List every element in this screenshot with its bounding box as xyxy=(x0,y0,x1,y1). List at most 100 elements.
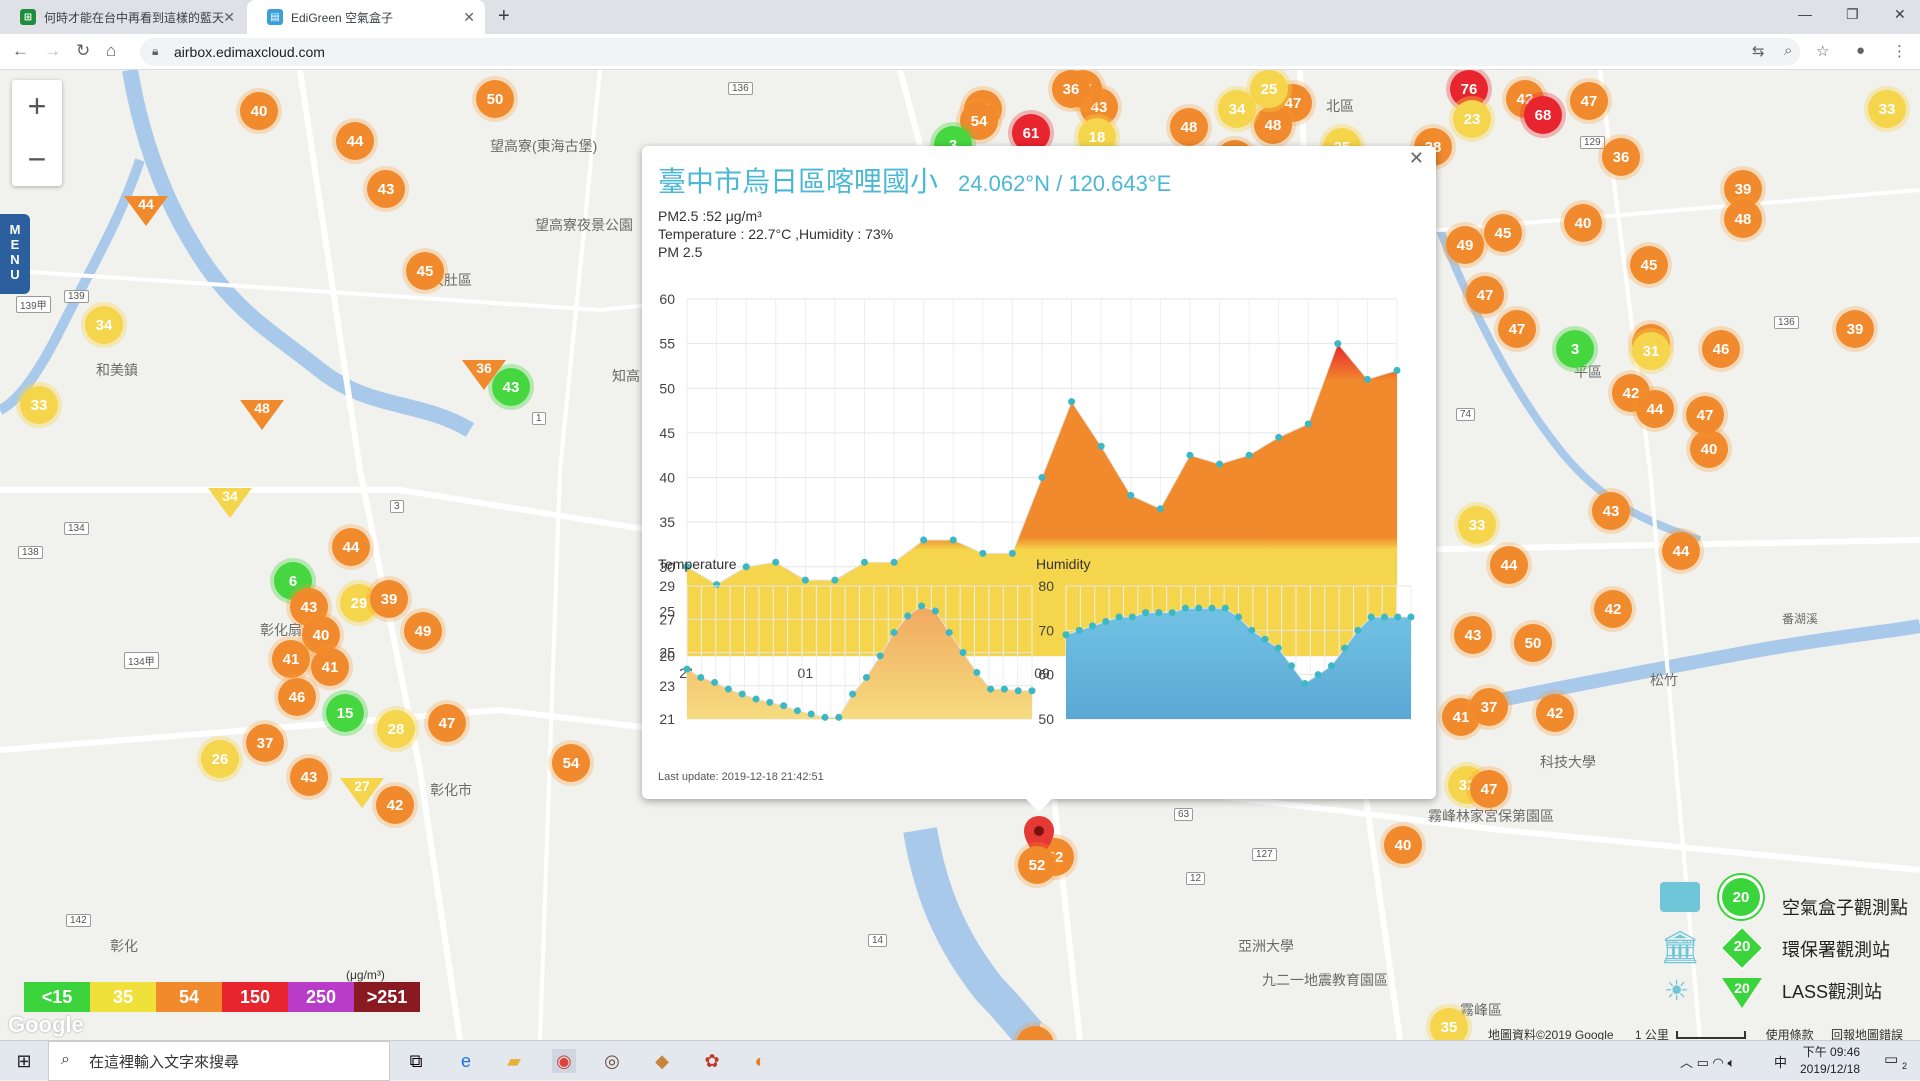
station-marker[interactable]: 44 xyxy=(1662,532,1700,570)
windows-start-icon[interactable]: ⊞ xyxy=(12,1049,36,1073)
station-marker[interactable]: 43 xyxy=(290,758,328,796)
translate-icon[interactable]: ⇆ xyxy=(1752,42,1765,60)
station-marker[interactable]: 47 xyxy=(1570,82,1608,120)
station-marker[interactable]: 41 xyxy=(272,640,310,678)
taskbar-app-icon[interactable]: ◎ xyxy=(600,1049,624,1073)
new-tab-button[interactable]: + xyxy=(498,5,510,28)
address-bar[interactable]: 🔒︎ airbox.edimaxcloud.com xyxy=(140,38,1800,66)
lass-station-marker[interactable]: 48 xyxy=(240,400,284,430)
station-marker[interactable]: 36 xyxy=(1602,138,1640,176)
station-marker[interactable]: 48 xyxy=(1170,108,1208,146)
air-quality-map[interactable]: 望高寮(東海古堡) 望高寮夜景公園 大肚區 和美鎮 知高 彰化市 彰化扇形車 霧… xyxy=(0,70,1920,1040)
station-marker[interactable]: 46 xyxy=(278,678,316,716)
window-close-icon[interactable]: ✕ xyxy=(1894,6,1906,23)
station-marker[interactable]: 40 xyxy=(240,92,278,130)
zoom-icon[interactable]: ⌕ xyxy=(1784,42,1792,59)
station-marker[interactable]: 47 xyxy=(428,704,466,742)
station-marker[interactable]: 47 xyxy=(1686,396,1724,434)
lass-station-marker[interactable]: 36 xyxy=(462,360,506,390)
taskbar-app-icon[interactable]: ◆ xyxy=(650,1049,674,1073)
close-tab-icon[interactable]: ✕ xyxy=(223,9,235,26)
station-marker[interactable]: 39 xyxy=(1836,310,1874,348)
lass-station-marker[interactable]: 44 xyxy=(124,196,168,226)
station-marker[interactable]: 28 xyxy=(377,710,415,748)
station-marker[interactable]: 45 xyxy=(1484,214,1522,252)
ime-indicator[interactable]: 中 xyxy=(1774,1052,1787,1071)
station-marker[interactable]: 45 xyxy=(1630,246,1668,284)
station-marker[interactable]: 47 xyxy=(1466,276,1504,314)
chrome-icon[interactable]: ◉ xyxy=(552,1049,576,1073)
station-marker[interactable]: 34 xyxy=(85,306,123,344)
restore-icon[interactable]: ❐ xyxy=(1846,6,1859,23)
station-marker[interactable]: 47 xyxy=(1470,770,1508,808)
reload-icon[interactable]: ↻ xyxy=(76,41,90,61)
back-icon[interactable]: ← xyxy=(12,41,29,61)
station-marker[interactable]: 37 xyxy=(246,724,284,762)
station-marker[interactable]: 40 xyxy=(1384,826,1422,864)
station-marker[interactable]: 45 xyxy=(406,252,444,290)
station-marker[interactable]: 44 xyxy=(1636,390,1674,428)
task-view-icon[interactable]: ⧉ xyxy=(404,1049,428,1073)
station-marker[interactable]: 48 xyxy=(1254,106,1292,144)
station-marker[interactable]: 43 xyxy=(1454,616,1492,654)
station-marker[interactable]: 39 xyxy=(370,580,408,618)
profile-icon[interactable]: ● xyxy=(1856,42,1865,59)
station-marker[interactable]: 3 xyxy=(1556,330,1594,368)
station-marker[interactable]: 25 xyxy=(1250,70,1288,108)
station-marker[interactable]: 36 xyxy=(1052,70,1090,108)
bookmark-star-icon[interactable]: ☆ xyxy=(1816,42,1829,60)
station-marker[interactable]: 43 xyxy=(367,170,405,208)
report-error-link[interactable]: 回報地圖錯誤 xyxy=(1831,1028,1903,1040)
station-marker[interactable]: 42 xyxy=(1594,590,1632,628)
tab-edigreen[interactable]: ▤ EdiGreen 空氣盒子 ✕ xyxy=(247,0,485,34)
station-marker[interactable]: 40 xyxy=(1690,430,1728,468)
station-marker[interactable]: 40 xyxy=(1564,204,1602,242)
lass-station-marker[interactable]: 34 xyxy=(208,488,252,518)
tray-icons[interactable]: ︿ ▭ ◠ 🔈︎ xyxy=(1680,1052,1735,1071)
station-marker[interactable]: 44 xyxy=(1490,546,1528,584)
edge-browser-icon[interactable]: e xyxy=(454,1049,478,1073)
station-marker[interactable]: 44 xyxy=(336,122,374,160)
station-marker[interactable]: 37 xyxy=(1470,688,1508,726)
file-explorer-icon[interactable]: ▰ xyxy=(502,1049,526,1073)
close-tab-icon[interactable]: ✕ xyxy=(463,9,475,26)
zoom-out-button[interactable]: − xyxy=(12,133,62,186)
station-marker[interactable]: 48 xyxy=(1724,200,1762,238)
lass-station-marker[interactable]: 27 xyxy=(340,778,384,808)
station-marker[interactable]: 50 xyxy=(476,80,514,118)
station-marker[interactable]: 23 xyxy=(1453,100,1491,138)
station-marker[interactable]: 49 xyxy=(1446,226,1484,264)
taskbar-app-icon[interactable]: ✿ xyxy=(700,1049,724,1073)
station-marker[interactable]: 33 xyxy=(20,386,58,424)
menu-button[interactable]: MENU xyxy=(0,214,30,294)
station-marker[interactable]: 49 xyxy=(404,612,442,650)
station-marker[interactable]: 44 xyxy=(332,528,370,566)
station-marker[interactable]: 33 xyxy=(1868,90,1906,128)
zoom-in-button[interactable]: + xyxy=(12,80,62,133)
home-icon[interactable]: ⌂ xyxy=(106,41,116,61)
taskbar-search-box[interactable]: ⌕ 在這裡輸入文字來搜尋 xyxy=(48,1041,390,1081)
taskbar-app-icon[interactable]: ◐ xyxy=(748,1049,772,1073)
station-marker[interactable]: 47 xyxy=(1498,310,1536,348)
minimize-icon[interactable]: — xyxy=(1798,6,1812,22)
station-marker[interactable]: 43 xyxy=(1592,492,1630,530)
station-marker[interactable]: 54 xyxy=(552,744,590,782)
tab-airquality-sheet[interactable]: ⊞ 何時才能在台中再看到這樣的藍天 ✕ xyxy=(0,0,245,34)
station-marker[interactable]: 33 xyxy=(1458,506,1496,544)
terms-link[interactable]: 使用條款 xyxy=(1766,1028,1814,1040)
station-marker[interactable]: 31 xyxy=(1632,332,1670,370)
station-marker[interactable]: 34 xyxy=(1218,90,1256,128)
station-marker[interactable]: 26 xyxy=(201,740,239,778)
station-marker[interactable]: 41 xyxy=(311,648,349,686)
station-marker[interactable]: 42 xyxy=(1536,694,1574,732)
system-clock[interactable]: 下午 09:46 2019/12/18 xyxy=(1800,1044,1860,1078)
station-marker[interactable]: 50 xyxy=(1514,624,1552,662)
station-marker[interactable]: 35 xyxy=(1430,1008,1468,1040)
menu-dots-icon[interactable]: ⋮ xyxy=(1892,42,1907,60)
station-marker[interactable]: 46 xyxy=(1702,330,1740,368)
forward-icon[interactable]: → xyxy=(44,41,61,61)
selected-station-marker[interactable]: 52 xyxy=(1018,846,1056,884)
station-marker[interactable]: 15 xyxy=(326,694,364,732)
notification-icon[interactable]: ▭ xyxy=(1884,1050,1898,1068)
station-marker[interactable]: 68 xyxy=(1524,96,1562,134)
